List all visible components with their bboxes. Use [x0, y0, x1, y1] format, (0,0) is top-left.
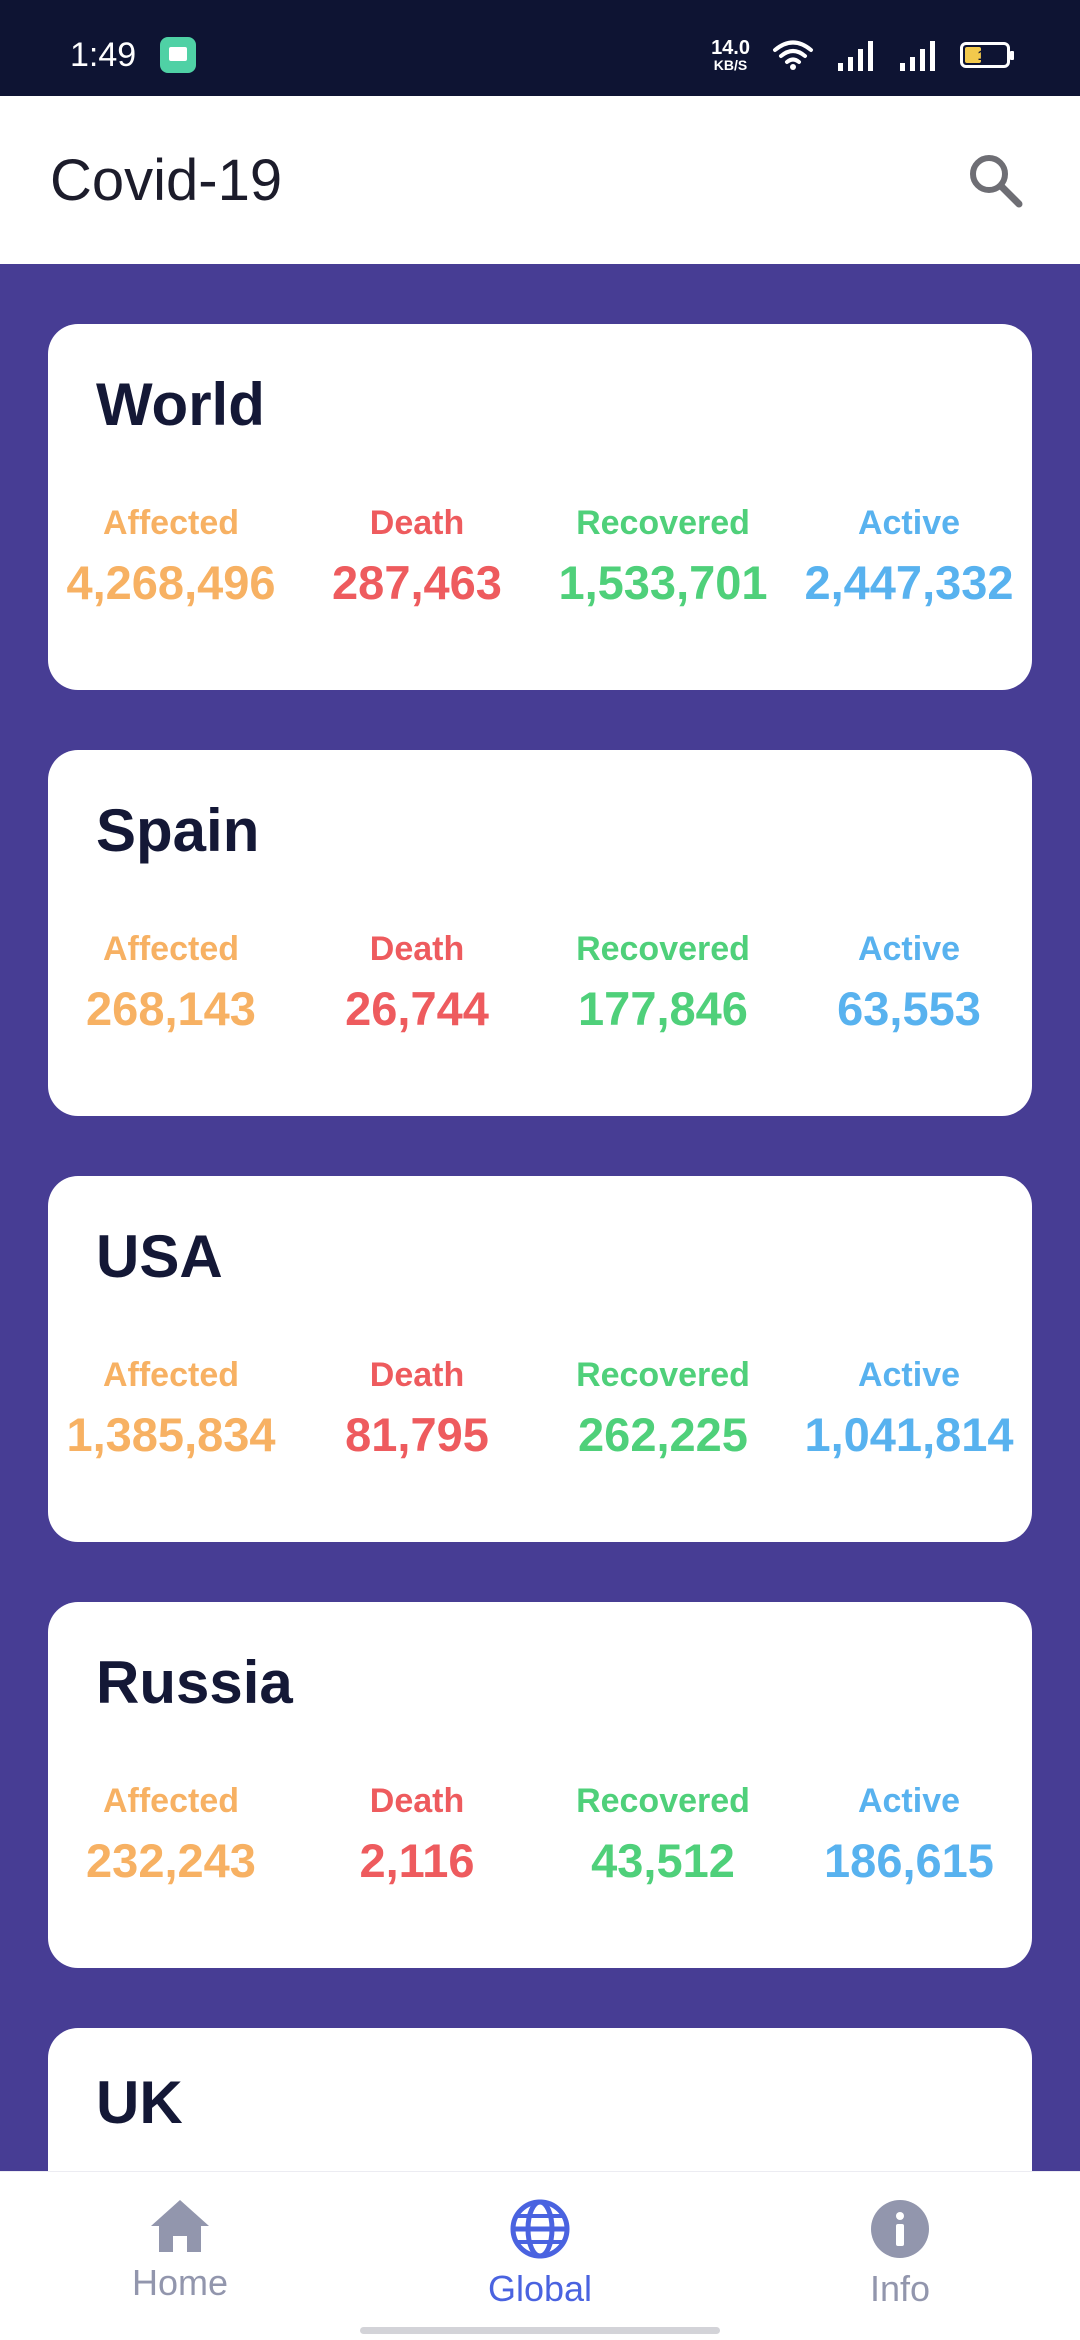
stat-label: Recovered: [576, 1782, 750, 1820]
stat-affected: Affected 232,243: [48, 1782, 294, 1888]
stat-value: 1,041,814: [804, 1408, 1014, 1461]
country-name: Spain: [96, 797, 260, 864]
home-icon: [151, 2200, 209, 2252]
stat-death: Death 2,116: [294, 1782, 540, 1888]
stat-value: 287,463: [332, 556, 502, 609]
nav-item-info[interactable]: Info: [720, 2172, 1080, 2340]
stats-row: Affected 4,268,496 Death 287,463 Recover…: [48, 504, 1032, 610]
info-icon: [871, 2200, 929, 2258]
stat-label: Recovered: [576, 930, 750, 968]
country-name: Russia: [96, 1649, 293, 1716]
bottom-nav: Home Global Info: [0, 2171, 1080, 2340]
country-list[interactable]: World Affected 4,268,496 Death 287,463 R…: [0, 264, 1080, 2171]
country-card-world[interactable]: World Affected 4,268,496 Death 287,463 R…: [48, 324, 1032, 690]
country-card-usa[interactable]: USA Affected 1,385,834 Death 81,795 Reco…: [48, 1176, 1032, 1542]
page-title: Covid-19: [50, 147, 283, 213]
stats-row: Affected 268,143 Death 26,744 Recovered …: [48, 930, 1032, 1036]
stat-label: Affected: [102, 1782, 240, 1820]
network-speed-value: 14.0: [711, 37, 750, 59]
battery-icon: 11: [960, 42, 1014, 68]
stat-value: 262,225: [578, 1408, 748, 1461]
stat-active: Active 1,041,814: [786, 1356, 1032, 1462]
battery-level: 11: [977, 47, 993, 63]
stat-value: 43,512: [591, 1834, 735, 1887]
stat-label: Active: [857, 504, 961, 542]
status-bar: 1:49 14.0 KB/S 11: [0, 0, 1080, 96]
stat-value: 26,744: [345, 982, 489, 1035]
network-speed: 14.0 KB/S: [711, 38, 750, 72]
stat-label: Death: [369, 1782, 465, 1820]
stat-active: Active 2,447,332: [786, 504, 1032, 610]
stat-active: Active 186,615: [786, 1782, 1032, 1888]
stat-label: Affected: [102, 930, 240, 968]
stat-label: Death: [369, 1356, 465, 1394]
stats-row: Affected 232,243 Death 2,116 Recovered 4…: [48, 1782, 1032, 1888]
nav-label: Global: [487, 2268, 593, 2309]
stat-value: 2,447,332: [804, 556, 1014, 609]
stat-death: Death 81,795: [294, 1356, 540, 1462]
country-name: USA: [96, 1223, 223, 1290]
stat-label: Death: [369, 930, 465, 968]
stat-recovered: Recovered 43,512: [540, 1782, 786, 1888]
stat-value: 268,143: [86, 982, 256, 1035]
signal-icon: [900, 41, 935, 71]
country-name: World: [96, 371, 265, 438]
stat-label: Affected: [102, 504, 240, 542]
search-button[interactable]: [960, 145, 1030, 215]
stat-affected: Affected 268,143: [48, 930, 294, 1036]
stat-recovered: Recovered 1,533,701: [540, 504, 786, 610]
stat-label: Affected: [102, 1356, 240, 1394]
wifi-icon: [773, 40, 813, 70]
stat-value: 1,385,834: [66, 1408, 276, 1461]
country-card-uk[interactable]: UK: [48, 2028, 1032, 2171]
stat-affected: Affected 1,385,834: [48, 1356, 294, 1462]
status-icons: 14.0 KB/S 11: [711, 38, 1014, 72]
stat-value: 177,846: [578, 982, 748, 1035]
stat-active: Active 63,553: [786, 930, 1032, 1036]
network-speed-unit: KB/S: [713, 57, 748, 73]
nav-item-global[interactable]: Global: [360, 2172, 720, 2340]
stat-label: Active: [857, 1356, 961, 1394]
stat-label: Recovered: [576, 1356, 750, 1394]
stat-recovered: Recovered 262,225: [540, 1356, 786, 1462]
stat-death: Death 287,463: [294, 504, 540, 610]
stat-value: 2,116: [359, 1834, 475, 1887]
country-card-russia[interactable]: Russia Affected 232,243 Death 2,116 Reco…: [48, 1602, 1032, 1968]
stat-label: Active: [857, 1782, 961, 1820]
status-time: 1:49: [70, 35, 137, 74]
stat-label: Death: [369, 504, 465, 542]
stat-death: Death 26,744: [294, 930, 540, 1036]
nav-item-home[interactable]: Home: [0, 2172, 360, 2340]
stat-value: 1,533,701: [558, 556, 768, 609]
country-card-spain[interactable]: Spain Affected 268,143 Death 26,744 Reco…: [48, 750, 1032, 1116]
signal-icon: [838, 41, 873, 71]
stat-value: 81,795: [345, 1408, 489, 1461]
stat-label: Recovered: [576, 504, 750, 542]
stat-label: Active: [857, 930, 961, 968]
stats-row: Affected 1,385,834 Death 81,795 Recovere…: [48, 1356, 1032, 1462]
messages-app-icon: [160, 37, 197, 73]
nav-label: Info: [869, 2268, 931, 2309]
search-icon: [970, 155, 1023, 208]
stat-value: 186,615: [824, 1834, 994, 1887]
stat-value: 232,243: [86, 1834, 256, 1887]
stat-value: 63,553: [837, 982, 981, 1035]
country-name: UK: [96, 2069, 183, 2136]
home-indicator[interactable]: [360, 2327, 720, 2334]
stat-recovered: Recovered 177,846: [540, 930, 786, 1036]
nav-label: Home: [131, 2262, 229, 2303]
stat-value: 4,268,496: [66, 556, 276, 609]
stat-affected: Affected 4,268,496: [48, 504, 294, 610]
globe-icon: [510, 2199, 570, 2259]
app-bar: Covid-19: [0, 96, 1080, 264]
